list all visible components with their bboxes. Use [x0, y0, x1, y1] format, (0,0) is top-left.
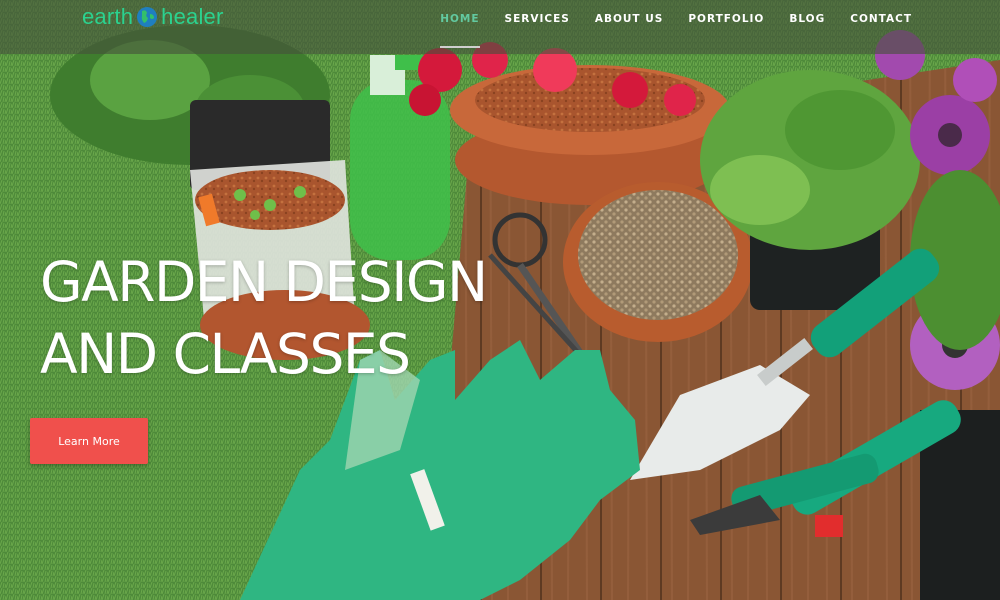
site-header: earth healer HOME SERVICES ABOUT US PORT… — [0, 0, 1000, 54]
logo-text-earth: earth — [82, 4, 134, 29]
nav-about-us[interactable]: ABOUT US — [595, 13, 664, 25]
logo-text-healer: healer — [161, 4, 224, 29]
site-logo[interactable]: earth healer — [82, 2, 224, 32]
nav-blog[interactable]: BLOG — [789, 13, 825, 25]
globe-icon — [137, 7, 158, 27]
hero-title-line-2: AND CLASSES — [40, 322, 411, 386]
nav-home[interactable]: HOME — [440, 13, 480, 48]
hero-title-line-1: GARDEN DESIGN — [40, 250, 488, 314]
nav-portfolio[interactable]: PORTFOLIO — [688, 13, 764, 25]
hero-title: GARDEN DESIGN AND CLASSES — [40, 246, 500, 390]
nav-contact[interactable]: CONTACT — [850, 13, 912, 25]
nav-services[interactable]: SERVICES — [505, 13, 570, 25]
main-navigation: HOME SERVICES ABOUT US PORTFOLIO BLOG CO… — [440, 0, 912, 48]
learn-more-button[interactable]: Learn More — [30, 418, 148, 464]
